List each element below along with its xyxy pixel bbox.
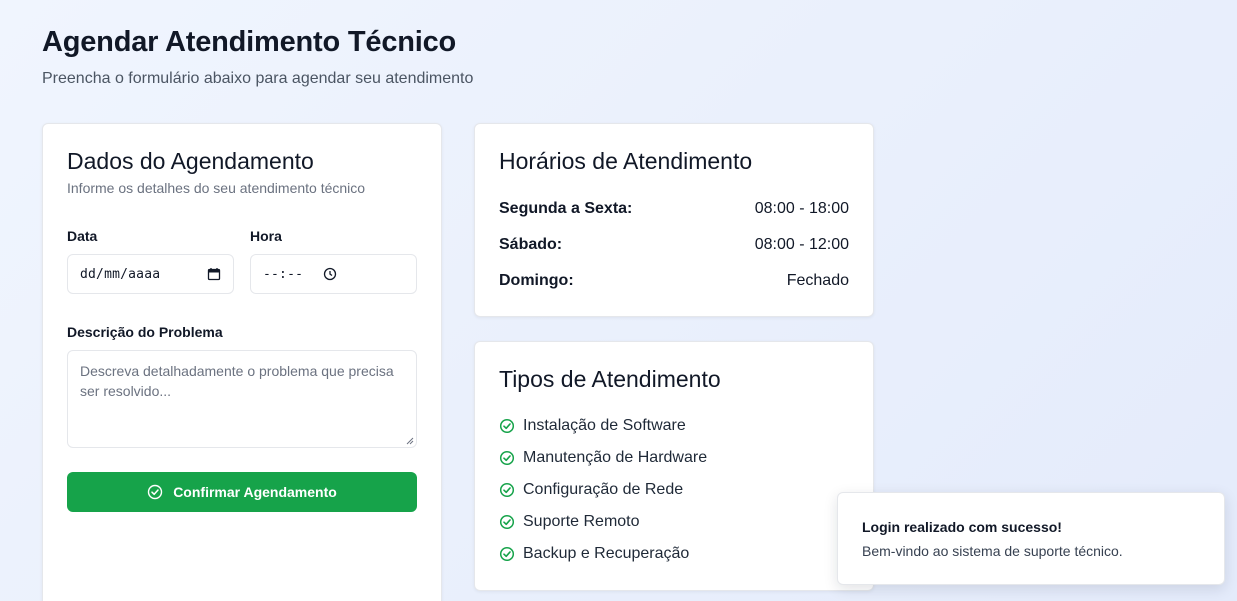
date-input[interactable]: dd/mm/aaaa (67, 254, 234, 294)
hours-time: Fechado (786, 272, 849, 289)
service-types-card: Tipos de Atendimento Instalação de Softw… (474, 341, 874, 591)
date-label: Data (67, 228, 98, 244)
time-input[interactable]: --:-- (250, 254, 417, 294)
date-placeholder: dd/mm/aaaa (80, 266, 161, 282)
hours-row: Segunda a Sexta: 08:00 - 18:00 (499, 200, 849, 218)
hours-day: Sábado: (499, 236, 563, 253)
hours-time: 08:00 - 18:00 (754, 200, 849, 217)
form-subtitle: Informe os detalhes do seu atendimento t… (67, 180, 366, 196)
hours-row: Domingo: Fechado (499, 272, 849, 290)
resize-handle-icon[interactable] (406, 437, 414, 445)
hours-row: Sábado: 08:00 - 12:00 (499, 236, 849, 254)
hours-day: Domingo: (499, 272, 574, 289)
page-title: Agendar Atendimento Técnico (42, 26, 457, 58)
service-type-item: Manutenção de Hardware (499, 449, 707, 467)
service-type-item: Suporte Remoto (499, 513, 640, 531)
hours-title: Horários de Atendimento (499, 148, 753, 174)
form-title: Dados do Agendamento (67, 148, 314, 174)
check-circle-icon (499, 514, 515, 530)
calendar-icon[interactable] (207, 267, 221, 281)
check-circle-icon (499, 450, 515, 466)
service-type-label: Suporte Remoto (523, 513, 640, 530)
service-type-item: Backup e Recuperação (499, 545, 689, 563)
description-label: Descrição do Problema (67, 324, 223, 340)
time-label: Hora (250, 228, 282, 244)
clock-icon[interactable] (323, 267, 337, 281)
success-toast[interactable]: Login realizado com sucesso! Bem-vindo a… (837, 492, 1225, 585)
check-circle-icon (499, 546, 515, 562)
service-type-label: Manutenção de Hardware (523, 449, 708, 466)
time-placeholder: --:-- (263, 266, 304, 282)
hours-day: Segunda a Sexta: (499, 200, 633, 217)
service-type-label: Backup e Recuperação (523, 545, 690, 562)
check-circle-icon (499, 418, 515, 434)
service-type-label: Instalação de Software (523, 417, 686, 434)
service-type-item: Instalação de Software (499, 417, 686, 435)
types-title: Tipos de Atendimento (499, 366, 721, 392)
hours-time: 08:00 - 12:00 (754, 236, 849, 253)
confirm-appointment-button[interactable]: Confirmar Agendamento (67, 472, 417, 512)
description-placeholder: Descreva detalhadamente o problema que p… (80, 363, 394, 399)
page-subtitle: Preencha o formulário abaixo para agenda… (42, 70, 474, 87)
service-type-item: Configuração de Rede (499, 481, 683, 499)
confirm-appointment-label: Confirmar Agendamento (173, 484, 337, 500)
check-circle-icon (147, 484, 163, 500)
toast-message: Bem-vindo ao sistema de suporte técnico. (862, 543, 1123, 559)
service-type-label: Configuração de Rede (523, 481, 684, 498)
toast-title: Login realizado com sucesso! (862, 519, 1062, 535)
business-hours-card: Horários de Atendimento Segunda a Sexta:… (474, 123, 874, 317)
appointment-form-card: Dados do Agendamento Informe os detalhes… (42, 123, 442, 601)
description-textarea[interactable]: Descreva detalhadamente o problema que p… (67, 350, 417, 448)
check-circle-icon (499, 482, 515, 498)
